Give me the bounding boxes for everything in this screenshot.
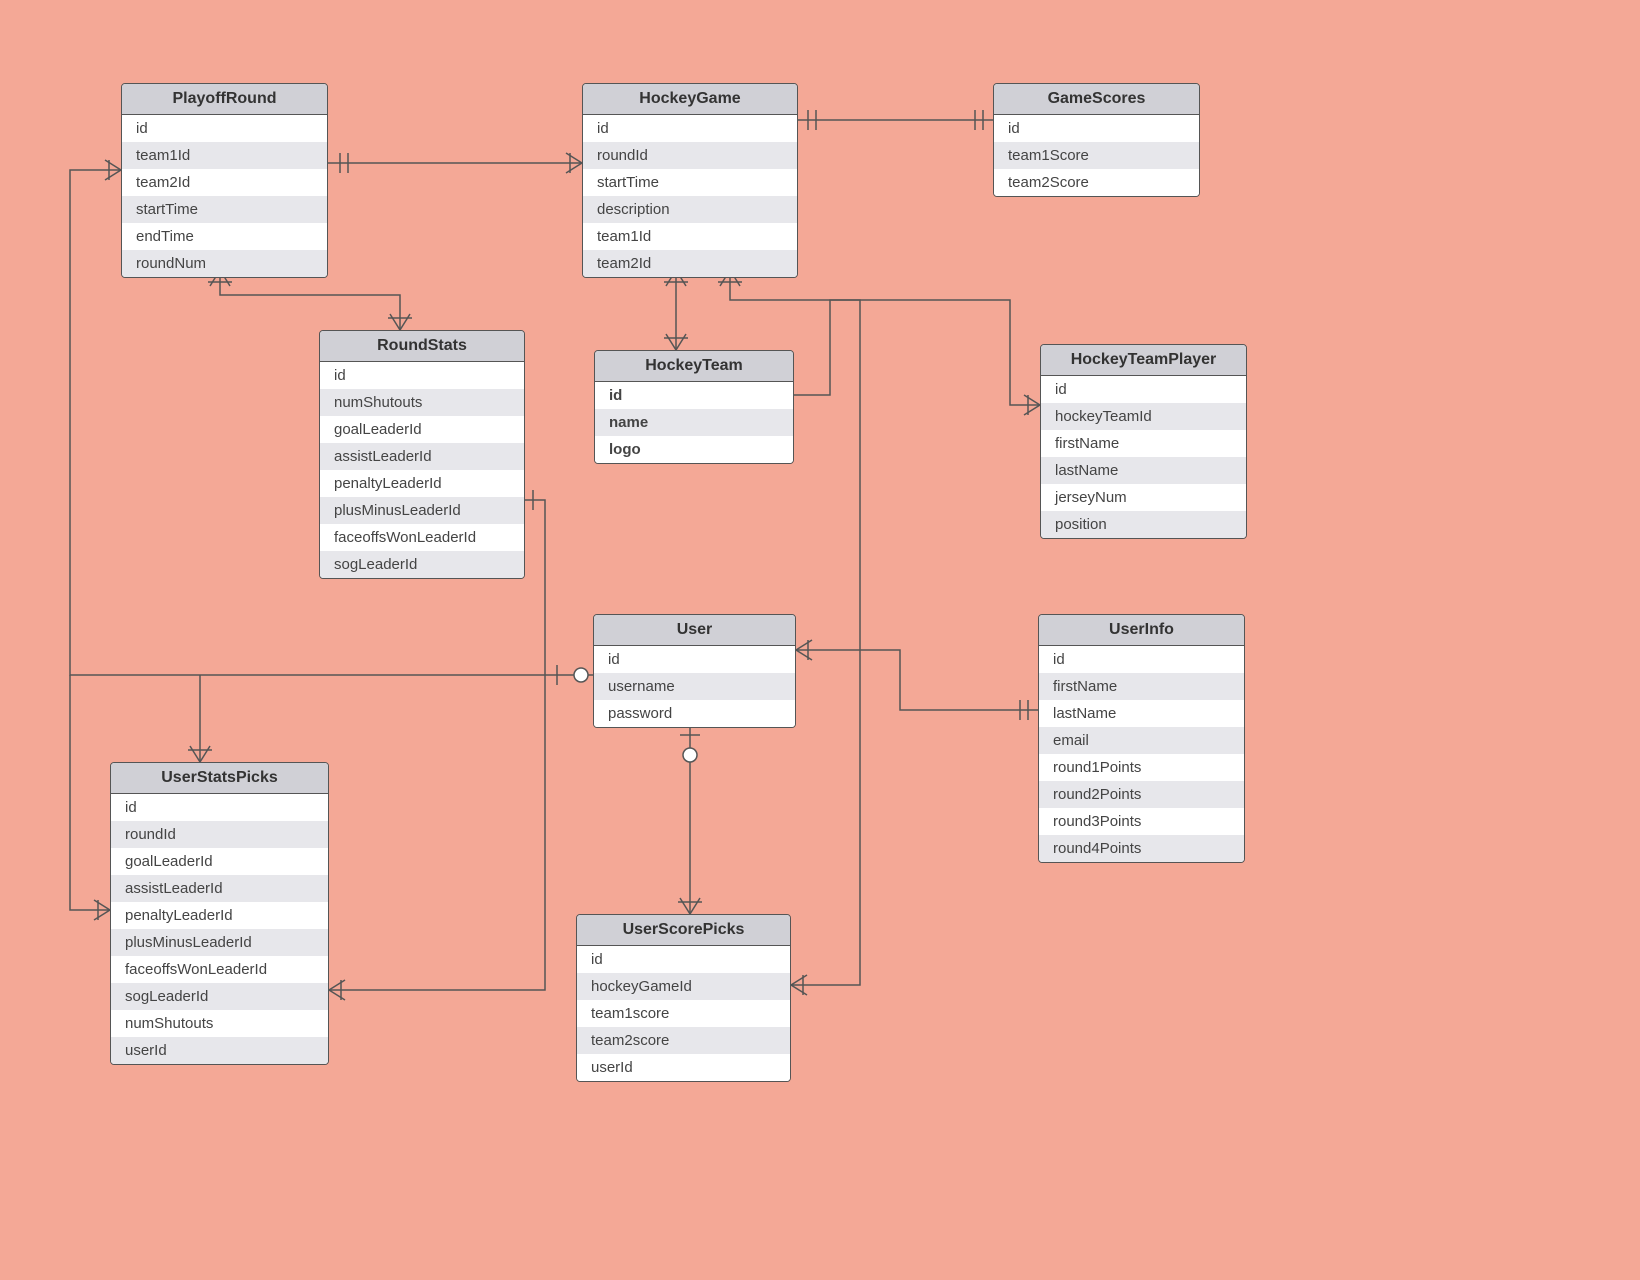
entity-title: RoundStats: [320, 331, 524, 362]
field: userId: [111, 1037, 328, 1064]
field: id: [1039, 646, 1244, 673]
entity-hockeygame: HockeyGame id roundId startTime descript…: [582, 83, 798, 278]
entity-title: HockeyGame: [583, 84, 797, 115]
entity-title: User: [594, 615, 795, 646]
field: round4Points: [1039, 835, 1244, 862]
field: roundNum: [122, 250, 327, 277]
field: hockeyTeamId: [1041, 403, 1246, 430]
field: goalLeaderId: [111, 848, 328, 875]
field: id: [595, 382, 793, 409]
field: startTime: [583, 169, 797, 196]
field: id: [577, 946, 790, 973]
field: round3Points: [1039, 808, 1244, 835]
field: sogLeaderId: [111, 983, 328, 1010]
entity-userstatspicks: UserStatsPicks id roundId goalLeaderId a…: [110, 762, 329, 1065]
field: goalLeaderId: [320, 416, 524, 443]
field: team2score: [577, 1027, 790, 1054]
field: id: [111, 794, 328, 821]
field: team2Id: [583, 250, 797, 277]
field: firstName: [1039, 673, 1244, 700]
field: roundId: [111, 821, 328, 848]
field: sogLeaderId: [320, 551, 524, 578]
entity-userscorepicks: UserScorePicks id hockeyGameId team1scor…: [576, 914, 791, 1082]
field: assistLeaderId: [320, 443, 524, 470]
field: lastName: [1039, 700, 1244, 727]
field: username: [594, 673, 795, 700]
entity-gamescores: GameScores id team1Score team2Score: [993, 83, 1200, 197]
entity-title: HockeyTeam: [595, 351, 793, 382]
field: round2Points: [1039, 781, 1244, 808]
entity-hockeyteamplayer: HockeyTeamPlayer id hockeyTeamId firstNa…: [1040, 344, 1247, 539]
entity-title: GameScores: [994, 84, 1199, 115]
entity-hockeyteam: HockeyTeam id name logo: [594, 350, 794, 464]
field: team2Score: [994, 169, 1199, 196]
field: id: [994, 115, 1199, 142]
field: position: [1041, 511, 1246, 538]
entity-playoffround: PlayoffRound id team1Id team2Id startTim…: [121, 83, 328, 278]
field: id: [594, 646, 795, 673]
entity-title: UserScorePicks: [577, 915, 790, 946]
field: id: [320, 362, 524, 389]
field: faceoffsWonLeaderId: [320, 524, 524, 551]
field: team1Id: [583, 223, 797, 250]
field: team1Id: [122, 142, 327, 169]
field: plusMinusLeaderId: [320, 497, 524, 524]
field: name: [595, 409, 793, 436]
entity-title: UserStatsPicks: [111, 763, 328, 794]
field: lastName: [1041, 457, 1246, 484]
entity-roundstats: RoundStats id numShutouts goalLeaderId a…: [319, 330, 525, 579]
field: id: [1041, 376, 1246, 403]
field: hockeyGameId: [577, 973, 790, 1000]
field: team2Id: [122, 169, 327, 196]
field: plusMinusLeaderId: [111, 929, 328, 956]
entity-userinfo: UserInfo id firstName lastName email rou…: [1038, 614, 1245, 863]
field: userId: [577, 1054, 790, 1081]
field: penaltyLeaderId: [320, 470, 524, 497]
entity-title: HockeyTeamPlayer: [1041, 345, 1246, 376]
field: numShutouts: [111, 1010, 328, 1037]
field: assistLeaderId: [111, 875, 328, 902]
field: logo: [595, 436, 793, 463]
field: email: [1039, 727, 1244, 754]
field: endTime: [122, 223, 327, 250]
field: startTime: [122, 196, 327, 223]
field: team1Score: [994, 142, 1199, 169]
field: penaltyLeaderId: [111, 902, 328, 929]
field: description: [583, 196, 797, 223]
field: team1score: [577, 1000, 790, 1027]
entity-title: UserInfo: [1039, 615, 1244, 646]
field: password: [594, 700, 795, 727]
entity-user: User id username password: [593, 614, 796, 728]
field: roundId: [583, 142, 797, 169]
field: numShutouts: [320, 389, 524, 416]
field: firstName: [1041, 430, 1246, 457]
entity-title: PlayoffRound: [122, 84, 327, 115]
field: faceoffsWonLeaderId: [111, 956, 328, 983]
field: jerseyNum: [1041, 484, 1246, 511]
field: id: [583, 115, 797, 142]
field: round1Points: [1039, 754, 1244, 781]
field: id: [122, 115, 327, 142]
